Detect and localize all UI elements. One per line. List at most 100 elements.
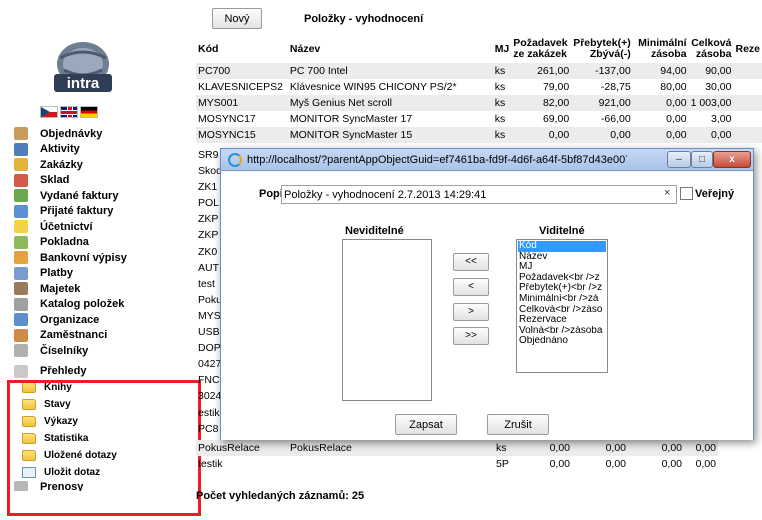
list-item[interactable]: MJ [518, 262, 606, 273]
col-kod[interactable]: Kód [196, 35, 288, 63]
code-peek: test [198, 277, 215, 290]
col-pozadavek[interactable]: Požadavek ze zakázek [511, 35, 571, 63]
cell-kod: MOSYNC17 [198, 113, 256, 125]
list-item[interactable]: Název [518, 252, 606, 263]
sidebar-subitem-vykazy[interactable]: Výkazy [0, 413, 190, 430]
sidebar-item-zamestnanci[interactable]: Zaměstnanci [0, 328, 190, 344]
language-flags [40, 106, 98, 120]
order-icon [14, 127, 28, 141]
maximize-button[interactable]: □ [691, 151, 713, 168]
employees-icon [14, 328, 28, 342]
move-left-button[interactable]: < [453, 278, 489, 296]
clear-icon[interactable]: × [664, 187, 670, 199]
table-row[interactable]: MOSYNC17 MONITOR SyncMaster 17 ks 69,00 … [196, 111, 762, 127]
sidebar-item-zakazky[interactable]: Zakázky [0, 157, 190, 173]
col-minimalni[interactable]: Minimální zásoba [633, 35, 689, 63]
sidebar-subitem-label: Stavy [44, 399, 71, 410]
close-button[interactable]: x [713, 151, 751, 168]
german-flag-icon[interactable] [80, 106, 98, 118]
sidebar-item-vydane-faktury[interactable]: Vydané faktury [0, 188, 190, 204]
sidebar-item-label: Vydané faktury [40, 189, 119, 202]
cell-celkova: 90,00 [688, 63, 734, 79]
sidebar-subitem-ulozene-dotazy[interactable]: Uložené dotazy [0, 447, 190, 464]
uk-flag-icon[interactable] [60, 106, 78, 118]
sidebar-item-katalog-polozek[interactable]: Katalog položek [0, 297, 190, 313]
cell-nazev: PokusRelace [288, 440, 494, 456]
verejny-checkbox[interactable] [680, 187, 693, 200]
col-celkova[interactable]: Celková zásoba [689, 35, 734, 63]
sidebar-subitem-stavy[interactable]: Stavy [0, 396, 190, 413]
cell-kod: KLAVESNICEPS2 [198, 81, 284, 93]
sidebar-item-label: Bankovní výpisy [40, 251, 127, 264]
popis-input[interactable] [281, 185, 677, 204]
list-item[interactable]: Objednáno [518, 336, 606, 347]
col-mj[interactable]: MJ [493, 35, 512, 63]
cell-kod: MOSYNC15 [196, 127, 288, 143]
hidden-columns-list[interactable] [342, 239, 432, 401]
save-button[interactable]: Zapsat [395, 414, 457, 435]
table-row[interactable]: testik 5P 0,00 0,00 0,00 0,00 [196, 456, 718, 472]
sidebar-item-ciselniky[interactable]: Číselníky [0, 343, 190, 359]
code-peek: SR9 [198, 149, 219, 161]
sidebar-item-objednavky[interactable]: Objednávky [0, 126, 190, 142]
cell-kod: MYS001 [196, 95, 288, 111]
bank-icon [14, 251, 28, 265]
cell-nazev: Myš Genius Net scroll [287, 95, 493, 111]
sidebar-item-prijate-faktury[interactable]: Přijaté faktury [0, 204, 190, 220]
transfer-icon [14, 481, 28, 491]
sidebar-item-prehledy[interactable]: Přehledy [0, 364, 190, 380]
cell-mj: ks [494, 440, 512, 456]
list-item[interactable]: Požadavek<br />z [518, 273, 606, 284]
table-row[interactable]: KLAVESNICEPS2 Klávesnice WIN95 CHICONY P… [196, 79, 762, 95]
new-button[interactable]: Nový [212, 8, 262, 29]
sidebar-subitem-ulozit-dotaz[interactable]: Uložit dotaz [0, 464, 190, 481]
cell-prebytek: -28,75 [600, 81, 631, 93]
sidebar-subitem-label: Statistika [44, 433, 89, 444]
dialog-titlebar[interactable]: http://localhost/?parentAppObjectGuid=ef… [221, 149, 753, 171]
code-peek: POL [198, 197, 220, 210]
sidebar-item-majetek[interactable]: Majetek [0, 281, 190, 297]
table-row[interactable]: MOSYNC15 MONITOR SyncMaster 15 ks 0,00 0… [196, 127, 762, 143]
cell-mj: 5P [496, 458, 509, 470]
table-row[interactable]: PC700 PC 700 Intel ks 261,00 -137,00 94,… [196, 63, 762, 79]
list-item[interactable]: Volná<br />zásoba [518, 326, 606, 337]
cell-celkova: 0,00 [695, 458, 716, 470]
czech-flag-icon[interactable] [40, 106, 58, 118]
list-item[interactable]: Kód [518, 241, 606, 252]
col-prebytek[interactable]: Přebytek(+) Zbývá(-) [571, 35, 632, 63]
sidebar-item-pokladna[interactable]: Pokladna [0, 235, 190, 251]
cell-kod: PC700 [196, 63, 288, 79]
sidebar-item-prenosy[interactable]: Prenosy [0, 481, 190, 491]
col-nazev[interactable]: Název [288, 35, 493, 63]
sidebar-item-platby[interactable]: Platby [0, 266, 190, 282]
codebook-icon [14, 344, 28, 358]
sidebar-item-sklad[interactable]: Sklad [0, 173, 190, 189]
sidebar-item-bankovni-vypisy[interactable]: Bankovní výpisy [0, 250, 190, 266]
table-row[interactable]: PokusRelace PokusRelace ks 0,00 0,00 0,0… [196, 440, 718, 456]
hidden-code-column: SR9 Skod ZK1 POL ZKP ZKP ZK0 AUT test Po… [198, 147, 222, 437]
sidebar-item-organizace[interactable]: Organizace [0, 312, 190, 328]
cash-icon [14, 235, 28, 249]
list-item[interactable]: Přebytek(+)<br />z [518, 283, 606, 294]
sidebar-subitem-knihy[interactable]: Knihy [0, 379, 190, 396]
col-rezervace[interactable]: Reze [733, 35, 762, 63]
sidebar-item-aktivity[interactable]: Aktivity [0, 142, 190, 158]
page-title: Položky - vyhodnocení [304, 13, 424, 25]
sidebar-subitem-statistika[interactable]: Statistika [0, 430, 190, 447]
sidebar-item-ucetnictvi[interactable]: Účetnictví [0, 219, 190, 235]
folder-icon [22, 382, 36, 393]
visible-columns-list[interactable]: Kód Název MJ Požadavek<br />z Přebytek(+… [516, 239, 608, 373]
catalog-icon [14, 297, 28, 311]
move-all-left-button[interactable]: << [453, 253, 489, 271]
minimize-button[interactable]: – [667, 151, 691, 168]
cancel-button[interactable]: Zrušit [487, 414, 549, 435]
move-all-right-button[interactable]: >> [453, 327, 489, 345]
list-item[interactable]: Celková<br />záso [518, 305, 606, 316]
cell-celkova: 1 003,00 [688, 95, 734, 111]
table-row[interactable]: MYS001 Myš Genius Net scroll ks 82,00 92… [196, 95, 762, 111]
cell-pozadavek: 261,00 [511, 63, 572, 79]
list-item[interactable]: Rezervace [518, 315, 606, 326]
move-right-button[interactable]: > [453, 303, 489, 321]
list-item[interactable]: Minimální<br />zá [518, 294, 606, 305]
cell-pozadavek: 0,00 [549, 458, 570, 470]
